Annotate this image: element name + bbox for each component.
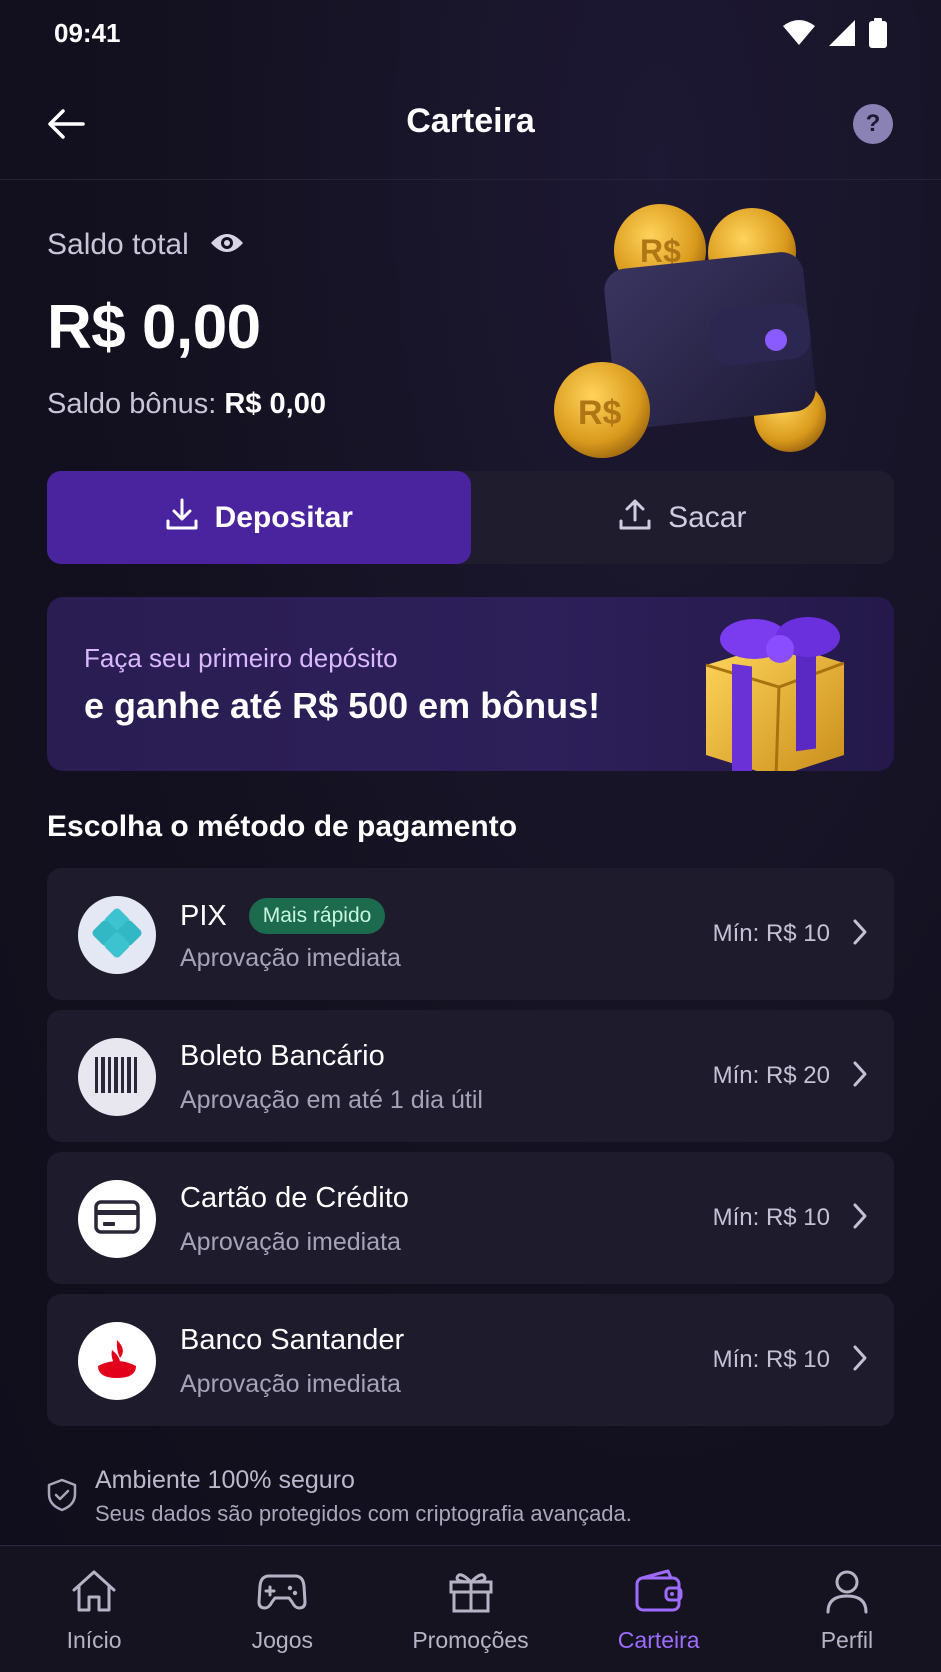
bonus-balance-label: Saldo bônus: — [47, 388, 217, 420]
payment-method-minimum: Mín: R$ 10 — [712, 1204, 830, 1231]
user-icon — [824, 1568, 870, 1619]
payment-method-description: Aprovação em até 1 dia útil — [180, 1086, 483, 1114]
shield-check-icon — [47, 1478, 77, 1517]
pix-name-row: PIX Mais rápido — [180, 898, 386, 934]
first-deposit-promo-banner[interactable]: Faça seu primeiro depósito e ganhe até R… — [47, 597, 894, 771]
santander-flame-icon — [94, 1336, 140, 1387]
question-icon: ? — [865, 110, 881, 137]
nav-item-promocoes[interactable]: Promoções — [376, 1546, 564, 1672]
nav-label: Jogos — [251, 1627, 313, 1653]
santander-name-row: Banco Santander — [180, 1324, 404, 1357]
chevron-right-icon — [852, 1344, 868, 1377]
withdraw-label: Sacar — [668, 500, 747, 534]
fastest-badge: Mais rápido — [248, 898, 386, 934]
eye-icon — [209, 231, 245, 260]
nav-label: Promoções — [412, 1627, 529, 1653]
signal-icon — [829, 20, 855, 46]
deposit-button[interactable]: Depositar — [47, 471, 471, 564]
withdraw-button[interactable]: Sacar — [471, 471, 895, 564]
nav-item-perfil[interactable]: Perfil — [753, 1546, 941, 1672]
security-title: Ambiente 100% seguro — [95, 1466, 355, 1494]
balance-label: Saldo total — [47, 228, 189, 261]
svg-text:R$: R$ — [578, 394, 622, 432]
payment-method-minimum: Mín: R$ 20 — [712, 1062, 830, 1089]
status-icons — [783, 18, 887, 48]
wallet-actions: Depositar Sacar — [47, 471, 894, 564]
payment-section-title: Escolha o método de pagamento — [47, 810, 518, 843]
app-header: Carteira ? — [0, 80, 941, 180]
payment-method-description: Aprovação imediata — [180, 1370, 401, 1398]
download-icon — [165, 497, 199, 539]
status-time: 09:41 — [54, 18, 121, 48]
gamepad-icon — [257, 1568, 307, 1619]
nav-label: Carteira — [617, 1627, 700, 1653]
payment-method-name: PIX — [180, 899, 227, 932]
upload-icon — [618, 497, 652, 539]
payment-method-minimum: Mín: R$ 10 — [712, 920, 830, 947]
battery-icon — [869, 18, 887, 48]
gift-icon — [447, 1568, 495, 1619]
status-bar: 09:41 — [0, 0, 941, 70]
credit-card-icon — [94, 1199, 140, 1239]
payment-method-description: Aprovação imediata — [180, 944, 401, 972]
payment-method-name: Cartão de Crédito — [180, 1182, 409, 1214]
payment-methods-list: PIX Mais rápido Aprovação imediata Mín: … — [47, 868, 894, 1436]
wallet-illustration: R$ R$ — [540, 198, 860, 458]
nav-label: Início — [66, 1627, 122, 1653]
payment-method-pix[interactable]: PIX Mais rápido Aprovação imediata Mín: … — [47, 868, 894, 1000]
nav-label: Perfil — [820, 1627, 874, 1653]
payment-method-name: Banco Santander — [180, 1324, 405, 1356]
balance-label-row: Saldo total — [47, 228, 245, 262]
bonus-balance: Saldo bônus: R$ 0,00 — [47, 388, 326, 421]
page-title: Carteira — [406, 102, 535, 140]
nav-item-jogos[interactable]: Jogos — [188, 1546, 376, 1672]
santander-logo — [78, 1322, 156, 1400]
deposit-label: Depositar — [214, 500, 353, 534]
payment-method-minimum: Mín: R$ 10 — [712, 1346, 830, 1373]
toggle-balance-visibility[interactable] — [209, 231, 245, 260]
promo-subtitle: Faça seu primeiro depósito — [84, 643, 398, 673]
payment-method-description: Aprovação imediata — [180, 1228, 401, 1256]
nav-item-carteira[interactable]: Carteira — [565, 1546, 753, 1672]
bottom-navigation: Início Jogos Promoções Carteira Perfil — [0, 1545, 941, 1672]
security-description: Seus dados são protegidos com criptograf… — [95, 1501, 632, 1526]
boleto-name-row: Boleto Bancário — [180, 1040, 385, 1073]
home-icon — [70, 1568, 118, 1619]
chevron-right-icon — [852, 1060, 868, 1093]
payment-method-credit-card[interactable]: Cartão de Crédito Aprovação imediata Mín… — [47, 1152, 894, 1284]
gift-box-illustration — [684, 605, 854, 771]
nav-item-inicio[interactable]: Início — [0, 1546, 188, 1672]
help-button[interactable]: ? — [853, 104, 893, 144]
payment-method-boleto[interactable]: Boleto Bancário Aprovação em até 1 dia ú… — [47, 1010, 894, 1142]
credit-card-name-row: Cartão de Crédito — [180, 1182, 409, 1215]
pix-icon — [92, 908, 142, 963]
promo-title: e ganhe até R$ 500 em bônus! — [84, 685, 601, 726]
credit-card-logo — [78, 1180, 156, 1258]
wifi-icon — [783, 20, 815, 46]
wallet-icon — [634, 1568, 684, 1619]
wallet-screen: 09:41 Carteira ? Saldo total R$ 0,00 Sal… — [0, 0, 941, 1672]
chevron-right-icon — [852, 918, 868, 951]
payment-method-santander[interactable]: Banco Santander Aprovação imediata Mín: … — [47, 1294, 894, 1426]
chevron-right-icon — [852, 1202, 868, 1235]
boleto-logo — [78, 1038, 156, 1116]
total-balance-value: R$ 0,00 — [47, 293, 261, 362]
payment-method-name: Boleto Bancário — [180, 1040, 385, 1072]
barcode-icon — [93, 1055, 141, 1100]
bonus-balance-value: R$ 0,00 — [224, 388, 326, 420]
pix-logo — [78, 896, 156, 974]
